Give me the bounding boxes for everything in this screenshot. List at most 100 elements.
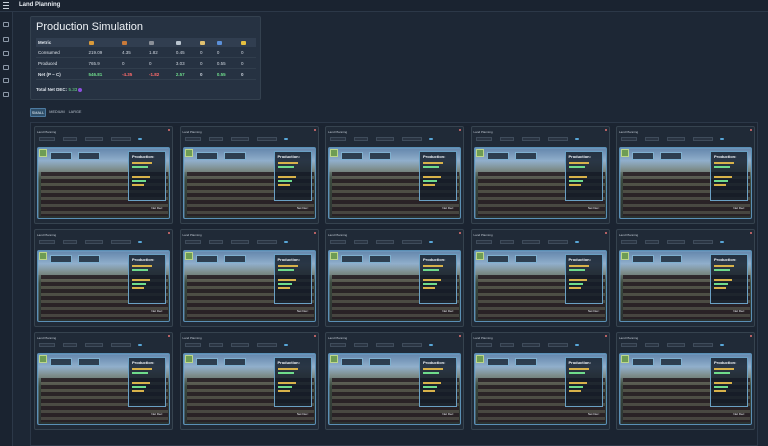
plan-preview[interactable]: Production: Net Dec:	[473, 353, 607, 425]
cloud-icon[interactable]	[138, 241, 142, 243]
tab-small[interactable]: SMALL	[30, 108, 46, 117]
land-plan-card[interactable]: Land Planning Production: Net Dec:	[470, 332, 610, 430]
select-dropdown[interactable]	[693, 137, 713, 141]
select-dropdown[interactable]	[667, 240, 685, 244]
select-dropdown[interactable]	[85, 240, 103, 244]
land-plan-card[interactable]: Land Planning Production: Net Dec:	[34, 332, 173, 430]
close-icon[interactable]	[459, 335, 461, 337]
select-dropdown[interactable]	[693, 240, 713, 244]
select-dropdown[interactable]	[208, 240, 223, 244]
land-plan-card[interactable]: Land Planning Production: Net Dec:	[325, 332, 464, 430]
close-icon[interactable]	[168, 232, 170, 234]
close-icon[interactable]	[750, 129, 752, 131]
home-icon[interactable]	[3, 22, 9, 27]
select-dropdown[interactable]	[547, 137, 568, 141]
tab-medium[interactable]: MEDIUM	[48, 108, 66, 117]
plan-preview[interactable]: Production: Net Dec:	[473, 250, 607, 322]
select-dropdown[interactable]	[256, 137, 277, 141]
land-plan-card[interactable]: Land Planning Production: Net Dec:	[616, 332, 755, 430]
layers-icon[interactable]	[3, 37, 9, 42]
select-dropdown[interactable]	[85, 343, 103, 347]
select-dropdown[interactable]	[376, 137, 394, 141]
select-dropdown[interactable]	[184, 240, 201, 244]
plan-preview[interactable]: Production: Net Dec:	[182, 353, 316, 425]
land-plan-card[interactable]: Land Planning Production: Net Dec:	[325, 126, 464, 224]
cloud-icon[interactable]	[429, 138, 433, 140]
cloud-icon[interactable]	[720, 138, 724, 140]
select-dropdown[interactable]	[63, 343, 77, 347]
select-dropdown[interactable]	[330, 137, 346, 141]
select-dropdown[interactable]	[230, 240, 249, 244]
select-dropdown[interactable]	[521, 343, 540, 347]
select-dropdown[interactable]	[521, 240, 540, 244]
close-icon[interactable]	[604, 129, 607, 131]
select-dropdown[interactable]	[521, 137, 540, 141]
select-dropdown[interactable]	[645, 137, 659, 141]
select-dropdown[interactable]	[402, 343, 422, 347]
land-plan-card[interactable]: Land Planning Production: Net Dec:	[325, 229, 464, 327]
cloud-icon[interactable]	[429, 344, 433, 346]
select-dropdown[interactable]	[499, 343, 514, 347]
select-dropdown[interactable]	[499, 240, 514, 244]
select-dropdown[interactable]	[475, 137, 492, 141]
close-icon[interactable]	[750, 335, 752, 337]
plan-preview[interactable]: Production: Net Dec:	[328, 353, 461, 425]
select-dropdown[interactable]	[208, 343, 223, 347]
plan-preview[interactable]: Production: Net Dec:	[619, 353, 752, 425]
select-dropdown[interactable]	[354, 137, 368, 141]
land-plan-card[interactable]: Land Planning Production: Net Dec:	[616, 126, 755, 224]
cloud-icon[interactable]	[283, 241, 288, 243]
plan-preview[interactable]: Production: Net Dec:	[328, 147, 461, 219]
select-dropdown[interactable]	[475, 343, 492, 347]
select-dropdown[interactable]	[39, 240, 55, 244]
land-plan-card[interactable]: Land Planning Production: Net Dec:	[34, 229, 173, 327]
select-dropdown[interactable]	[354, 343, 368, 347]
select-dropdown[interactable]	[667, 137, 685, 141]
land-plan-card[interactable]: Land Planning Production: Net Dec:	[34, 126, 173, 224]
plan-preview[interactable]: Production: Net Dec:	[37, 250, 170, 322]
close-icon[interactable]	[604, 232, 607, 234]
close-icon[interactable]	[168, 335, 170, 337]
plan-preview[interactable]: Production: Net Dec:	[37, 147, 170, 219]
close-icon[interactable]	[313, 129, 316, 131]
calendar-icon[interactable]	[3, 92, 9, 97]
plan-preview[interactable]: Production: Net Dec:	[619, 147, 752, 219]
tab-large[interactable]: LARGE	[68, 108, 82, 117]
select-dropdown[interactable]	[39, 137, 55, 141]
close-icon[interactable]	[313, 232, 316, 234]
select-dropdown[interactable]	[184, 343, 201, 347]
plan-preview[interactable]: Production: Net Dec:	[619, 250, 752, 322]
select-dropdown[interactable]	[230, 137, 249, 141]
cloud-icon[interactable]	[574, 241, 579, 243]
close-icon[interactable]	[313, 335, 316, 337]
land-plan-card[interactable]: Land Planning Production: Net Dec:	[179, 229, 319, 327]
select-dropdown[interactable]	[645, 240, 659, 244]
cloud-icon[interactable]	[720, 344, 724, 346]
select-dropdown[interactable]	[39, 343, 55, 347]
close-icon[interactable]	[459, 232, 461, 234]
cloud-icon[interactable]	[574, 344, 579, 346]
plan-preview[interactable]: Production: Net Dec:	[37, 353, 170, 425]
select-dropdown[interactable]	[63, 137, 77, 141]
select-dropdown[interactable]	[208, 137, 223, 141]
select-dropdown[interactable]	[667, 343, 685, 347]
select-dropdown[interactable]	[499, 137, 514, 141]
select-dropdown[interactable]	[354, 240, 368, 244]
cloud-icon[interactable]	[574, 138, 579, 140]
select-dropdown[interactable]	[645, 343, 659, 347]
select-dropdown[interactable]	[547, 343, 568, 347]
chart-icon[interactable]	[3, 65, 9, 70]
select-dropdown[interactable]	[85, 137, 103, 141]
select-dropdown[interactable]	[111, 240, 131, 244]
select-dropdown[interactable]	[376, 240, 394, 244]
select-dropdown[interactable]	[547, 240, 568, 244]
close-icon[interactable]	[604, 335, 607, 337]
select-dropdown[interactable]	[111, 137, 131, 141]
cloud-icon[interactable]	[720, 241, 724, 243]
select-dropdown[interactable]	[330, 240, 346, 244]
close-icon[interactable]	[168, 129, 170, 131]
cloud-icon[interactable]	[138, 138, 142, 140]
plan-preview[interactable]: Production: Net Dec:	[182, 250, 316, 322]
select-dropdown[interactable]	[621, 343, 637, 347]
select-dropdown[interactable]	[230, 343, 249, 347]
